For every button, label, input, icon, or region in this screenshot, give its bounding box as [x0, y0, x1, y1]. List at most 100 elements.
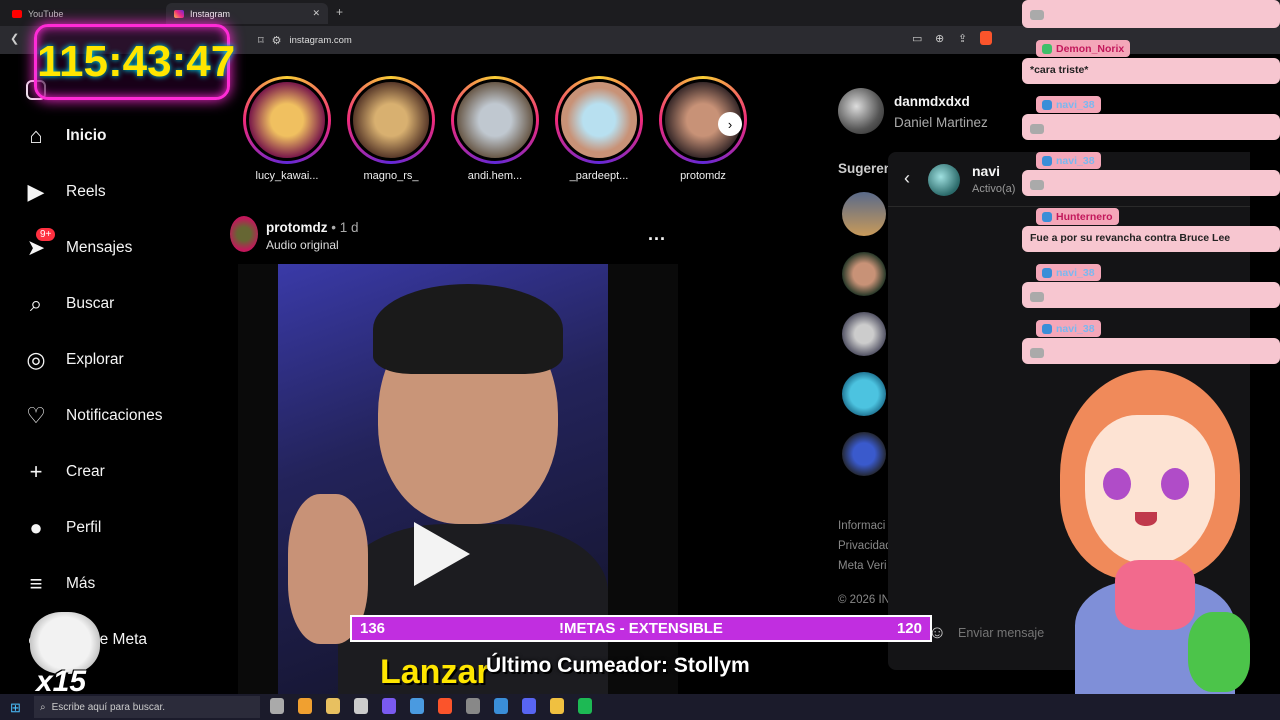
- cat-emote-icon: [1030, 10, 1044, 20]
- dm-status: Activo(a): [972, 183, 1016, 195]
- story-item[interactable]: magno_rs_: [346, 76, 436, 182]
- tab-instagram[interactable]: Instagram ✕: [166, 3, 328, 24]
- taskbar-app-icon[interactable]: [550, 698, 564, 714]
- vtuber-bow: [1115, 560, 1195, 630]
- badge-icon: [1042, 323, 1052, 334]
- address-bar[interactable]: ⌑ ⚙ instagram.com: [258, 30, 980, 50]
- tab-label: Instagram: [190, 8, 231, 19]
- dm-avatar[interactable]: [928, 164, 960, 196]
- post-more-icon[interactable]: ...: [648, 224, 666, 245]
- site-info-icon[interactable]: ⚙: [272, 34, 282, 47]
- windows-start-icon[interactable]: ⊞: [10, 700, 21, 716]
- story-name: magno_rs_: [363, 170, 419, 182]
- footer-link: © 2026 IN: [838, 594, 890, 606]
- taskbar-search[interactable]: ⌕ Escribe aquí para buscar.: [34, 696, 260, 718]
- play-icon[interactable]: [414, 522, 470, 586]
- post-audio[interactable]: Audio original: [266, 238, 339, 252]
- taskbar-app-icon[interactable]: [466, 698, 480, 714]
- tab-youtube[interactable]: YouTube: [4, 3, 164, 24]
- footer-link[interactable]: Privacidad: [838, 540, 892, 552]
- taskbar-app-icon[interactable]: [382, 698, 396, 714]
- taskbar-app-icon[interactable]: [270, 698, 284, 714]
- taskbar-search-placeholder: Escribe aquí para buscar.: [51, 701, 166, 713]
- post-author[interactable]: protomdz • 1 d: [266, 220, 359, 235]
- taskbar-app-icon[interactable]: [354, 698, 368, 714]
- suggestion-avatar[interactable]: [842, 312, 886, 356]
- story-item[interactable]: lucy_kawai...: [242, 76, 332, 182]
- suggestion-avatar[interactable]: [842, 432, 886, 476]
- sidebar-item-label: Crear: [66, 463, 105, 480]
- heart-icon: ♡: [26, 403, 46, 428]
- chat-message: [1022, 282, 1280, 308]
- new-tab-icon[interactable]: +: [336, 5, 343, 19]
- zoom-icon[interactable]: ⊕: [935, 32, 944, 45]
- taskbar-app-icon[interactable]: [494, 698, 508, 714]
- goal-left-value: 136: [360, 620, 386, 637]
- profile-username[interactable]: danmdxdxd: [894, 94, 970, 109]
- sidebar-item-label: Perfil: [66, 519, 102, 536]
- cat-emote-icon: [1030, 180, 1044, 190]
- cat-emote-icon: [1030, 292, 1044, 302]
- share-icon[interactable]: ⇪: [958, 32, 967, 45]
- post-author-name[interactable]: protomdz: [266, 220, 328, 235]
- story-avatar: [243, 76, 331, 164]
- footer-link[interactable]: Meta Veri: [838, 560, 887, 572]
- sidebar-item-inicio[interactable]: ⌂ Inicio: [24, 123, 107, 148]
- taskbar-app-icon[interactable]: [410, 698, 424, 714]
- brave-shield-icon[interactable]: [980, 31, 992, 45]
- sidebar-item-label: Inicio: [66, 127, 107, 144]
- story-avatar: [347, 76, 435, 164]
- badge-icon: [1042, 99, 1052, 110]
- tab-label: YouTube: [28, 8, 64, 19]
- chat-message: Fue a por su revancha contra Bruce Lee: [1022, 226, 1280, 252]
- back-icon[interactable]: ❮: [10, 32, 19, 45]
- dm-message-input[interactable]: [958, 622, 1048, 644]
- suggestion-avatar[interactable]: [842, 372, 886, 416]
- sidebar-item-label: Reels: [66, 183, 106, 200]
- suggestion-avatar[interactable]: [842, 252, 886, 296]
- chat-message: [1022, 170, 1280, 196]
- search-icon: ⌕: [40, 701, 46, 713]
- story-item[interactable]: _pardeept...: [554, 76, 644, 182]
- vtuber-eye: [1103, 468, 1131, 500]
- suggestions-title: Sugeren: [838, 161, 893, 176]
- vtuber-eye: [1161, 468, 1189, 500]
- goal-bar: 136 !METAS - EXTENSIBLE 120: [350, 615, 932, 642]
- launch-text: Lanzar: [380, 653, 490, 691]
- timer-frame: 115:43:47: [34, 24, 235, 100]
- messages-icon: ➤ 9+: [24, 228, 56, 260]
- taskbar-app-icon[interactable]: [438, 698, 452, 714]
- menu-icon: ≡: [29, 571, 43, 596]
- sidebar-item-explorar[interactable]: ◎ Explorar: [24, 347, 123, 372]
- taskbar-app-icon[interactable]: [578, 698, 592, 714]
- sidebar-item-notificaciones[interactable]: ♡ Notificaciones: [24, 403, 162, 428]
- person-hair: [373, 284, 563, 374]
- taskbar-app-icon[interactable]: [298, 698, 312, 714]
- post-author-avatar[interactable]: [230, 216, 258, 252]
- taskbar-app-icon[interactable]: [522, 698, 536, 714]
- suggestion-avatar[interactable]: [842, 192, 886, 236]
- sidebar-item-ms[interactable]: ≡ Más: [24, 571, 96, 596]
- chat-username: Hunternero: [1036, 208, 1119, 225]
- compass-icon: ◎: [26, 347, 46, 372]
- story-name: protomdz: [680, 170, 726, 182]
- sidebar-item-mensajes[interactable]: ➤ 9+ Mensajes: [24, 228, 132, 260]
- chat-username: navi_38: [1036, 320, 1101, 337]
- taskbar-app-icon[interactable]: [326, 698, 340, 714]
- sidebar-item-crear[interactable]: + Crear: [24, 459, 105, 484]
- sidebar-item-reels[interactable]: ▶ Reels: [24, 179, 106, 204]
- footer-link[interactable]: Informaci: [838, 520, 885, 532]
- stories-next-icon[interactable]: ›: [718, 112, 742, 136]
- cat-emote-icon: [1030, 124, 1044, 134]
- sidebar-item-buscar[interactable]: ⌕ Buscar: [24, 291, 114, 316]
- close-tab-icon[interactable]: ✕: [312, 8, 320, 19]
- bookmark-icon[interactable]: ⌑: [258, 34, 264, 47]
- cast-icon[interactable]: ▭: [912, 32, 922, 45]
- story-item[interactable]: andi.hem...: [450, 76, 540, 182]
- dm-name[interactable]: navi: [972, 163, 1000, 179]
- sidebar-item-perfil[interactable]: ● Perfil: [24, 515, 102, 540]
- dm-back-icon[interactable]: ‹: [904, 168, 910, 189]
- badge-icon: [1042, 211, 1052, 222]
- profile-avatar[interactable]: [838, 88, 884, 134]
- dm-divider: [888, 206, 1250, 207]
